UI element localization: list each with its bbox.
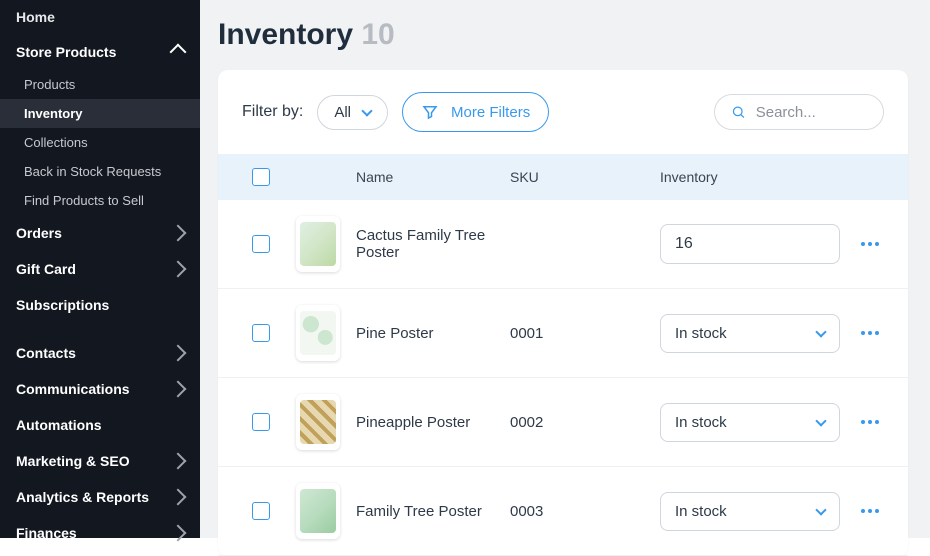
page-count: 10 [361, 18, 394, 51]
chevron-down-icon [361, 105, 372, 116]
nav-communications[interactable]: Communications [0, 371, 200, 407]
nav-label: Communications [16, 381, 130, 397]
nav-marketing-seo[interactable]: Marketing & SEO [0, 443, 200, 479]
more-icon [861, 242, 879, 246]
nav-automations[interactable]: Automations [0, 407, 200, 443]
nav-label: Automations [16, 417, 102, 433]
filter-icon [421, 103, 439, 121]
more-filters-label: More Filters [451, 104, 530, 121]
chevron-up-icon [170, 44, 187, 61]
filter-label: Filter by: [242, 103, 303, 121]
page-title: Inventory 10 [218, 18, 908, 52]
nav-products[interactable]: Products [0, 70, 200, 99]
product-thumbnail [296, 483, 340, 539]
chevron-right-icon [170, 261, 187, 278]
chevron-right-icon [170, 453, 187, 470]
inventory-select[interactable]: In stock [660, 314, 840, 353]
row-more-button[interactable] [840, 331, 900, 335]
nav-inventory[interactable]: Inventory [0, 99, 200, 128]
search-field[interactable] [714, 94, 884, 130]
inventory-value: In stock [675, 414, 727, 431]
inventory-select[interactable]: In stock [660, 403, 840, 442]
filter-all-label: All [334, 104, 351, 121]
nav-label: Finances [16, 525, 77, 541]
row-checkbox[interactable] [252, 502, 270, 520]
product-thumbnail [296, 305, 340, 361]
more-filters-button[interactable]: More Filters [402, 92, 549, 132]
nav-finances[interactable]: Finances [0, 515, 200, 551]
inventory-select[interactable]: In stock [660, 492, 840, 531]
product-sku: 0001 [510, 325, 660, 342]
nav-label: Subscriptions [16, 297, 109, 313]
search-icon [731, 103, 746, 121]
more-icon [861, 509, 879, 513]
more-icon [861, 420, 879, 424]
table-header: Name SKU Inventory [218, 154, 908, 200]
chevron-right-icon [170, 525, 187, 542]
product-sku: 0003 [510, 503, 660, 520]
nav-collections[interactable]: Collections [0, 128, 200, 157]
nav-back-in-stock[interactable]: Back in Stock Requests [0, 157, 200, 186]
search-input[interactable] [756, 104, 867, 121]
row-more-button[interactable] [840, 420, 900, 424]
nav-home[interactable]: Home [0, 0, 200, 34]
sidebar: Home Store Products Products Inventory C… [0, 0, 200, 538]
inventory-input[interactable] [660, 224, 840, 264]
chevron-down-icon [815, 326, 826, 337]
select-all-checkbox[interactable] [252, 168, 270, 186]
table-row: Pine Poster 0001 In stock [218, 289, 908, 378]
chevron-right-icon [170, 225, 187, 242]
chevron-right-icon [170, 381, 187, 398]
table-body: Cactus Family Tree Poster Pine Poster 00… [218, 200, 908, 556]
nav-label: Gift Card [16, 261, 76, 277]
nav-label: Orders [16, 225, 62, 241]
nav-gift-card[interactable]: Gift Card [0, 251, 200, 287]
product-sku: 0002 [510, 414, 660, 431]
col-sku: SKU [510, 169, 660, 185]
more-icon [861, 331, 879, 335]
nav-store-products[interactable]: Store Products [0, 34, 200, 70]
inventory-value: In stock [675, 503, 727, 520]
nav-find-products[interactable]: Find Products to Sell [0, 186, 200, 215]
chevron-down-icon [815, 415, 826, 426]
nav-label: Analytics & Reports [16, 489, 149, 505]
nav-contacts[interactable]: Contacts [0, 335, 200, 371]
nav-subscriptions[interactable]: Subscriptions [0, 287, 200, 323]
row-checkbox[interactable] [252, 413, 270, 431]
table-row: Cactus Family Tree Poster [218, 200, 908, 289]
inventory-value: In stock [675, 325, 727, 342]
nav-label: Contacts [16, 345, 76, 361]
main-content: Inventory 10 Filter by: All More Filters… [200, 0, 930, 538]
row-checkbox[interactable] [252, 235, 270, 253]
chevron-down-icon [815, 504, 826, 515]
filter-all-dropdown[interactable]: All [317, 95, 388, 130]
product-name: Pine Poster [356, 325, 510, 342]
product-thumbnail [296, 216, 340, 272]
product-name: Family Tree Poster [356, 503, 510, 520]
nav-analytics-reports[interactable]: Analytics & Reports [0, 479, 200, 515]
product-thumbnail [296, 394, 340, 450]
nav-orders[interactable]: Orders [0, 215, 200, 251]
filter-bar: Filter by: All More Filters [218, 70, 908, 154]
nav-label: Store Products [16, 44, 116, 60]
col-name: Name [356, 169, 510, 185]
row-checkbox[interactable] [252, 324, 270, 342]
row-more-button[interactable] [840, 509, 900, 513]
col-inventory: Inventory [660, 169, 840, 185]
product-name: Pineapple Poster [356, 414, 510, 431]
table-row: Pineapple Poster 0002 In stock [218, 378, 908, 467]
chevron-right-icon [170, 489, 187, 506]
page-title-text: Inventory [218, 18, 353, 51]
row-more-button[interactable] [840, 242, 900, 246]
chevron-right-icon [170, 345, 187, 362]
product-name: Cactus Family Tree Poster [356, 227, 510, 261]
table-row: Family Tree Poster 0003 In stock [218, 467, 908, 556]
nav-label: Marketing & SEO [16, 453, 130, 469]
inventory-card: Filter by: All More Filters Name SKU Inv… [218, 70, 908, 556]
